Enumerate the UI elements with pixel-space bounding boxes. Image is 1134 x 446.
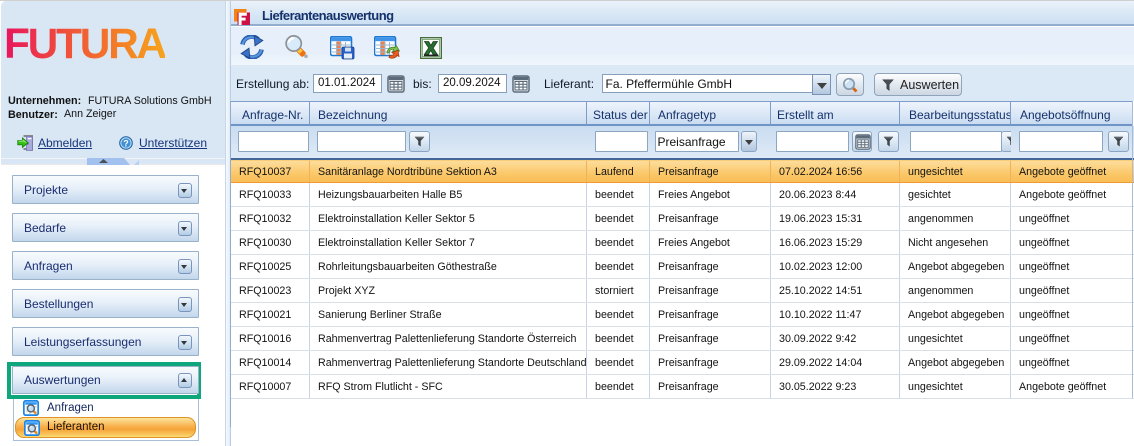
svg-text:?: ? bbox=[123, 138, 129, 148]
